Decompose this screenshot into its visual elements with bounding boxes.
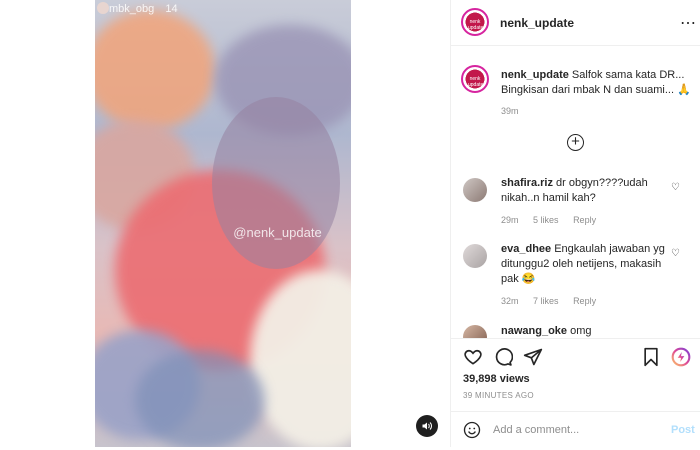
watermark-portrait bbox=[212, 97, 340, 269]
bookmark-icon[interactable] bbox=[641, 347, 661, 367]
comment-icon[interactable] bbox=[493, 347, 513, 367]
post-button[interactable]: Post bbox=[671, 424, 695, 436]
reels-sticker-icon[interactable] bbox=[671, 347, 691, 367]
comment-likes[interactable]: 7 likes bbox=[533, 296, 559, 306]
comment-likes[interactable]: 5 likes bbox=[533, 215, 559, 225]
post-detail-panel: nenk update nenk_update ⋯ nenk update ne… bbox=[450, 0, 700, 449]
watermark-text: @nenk_update bbox=[233, 225, 322, 240]
comment-time: 32m bbox=[501, 296, 519, 306]
post-header: nenk update nenk_update ⋯ bbox=[451, 0, 700, 46]
avatar[interactable] bbox=[463, 178, 487, 202]
emoji-icon[interactable] bbox=[463, 421, 481, 439]
post-actions: 39,898 views 39 MINUTES AGO Post bbox=[451, 338, 700, 449]
caption-username[interactable]: nenk_update bbox=[501, 69, 569, 81]
pray-emoji: 🙏 bbox=[677, 84, 691, 96]
reply-button[interactable]: Reply bbox=[573, 215, 596, 225]
load-more-comments-button[interactable]: + bbox=[567, 134, 584, 151]
reply-button[interactable]: Reply bbox=[573, 296, 596, 306]
story-time: 14 bbox=[165, 3, 178, 15]
caption-line2: Bingkisan dari mbak N dan suami... bbox=[501, 84, 675, 96]
add-comment-bar: Post bbox=[451, 411, 700, 450]
comment-meta: 29m 5 likes Reply bbox=[501, 215, 608, 225]
comment-text: shafira.riz dr obgyn????udah nikah..n ha… bbox=[501, 176, 671, 206]
comment-meta: 32m 7 likes Reply bbox=[501, 296, 608, 306]
heart-icon[interactable] bbox=[463, 347, 483, 367]
video-player[interactable]: @nenk_update mbk_obg 14 bbox=[95, 0, 351, 447]
caption: nenk_update Salfok sama kata DR... Bingk… bbox=[501, 68, 691, 98]
share-icon[interactable] bbox=[523, 347, 543, 367]
comment-time: 29m bbox=[501, 215, 519, 225]
heart-icon[interactable]: ♡ bbox=[671, 182, 680, 193]
comment-text: eva_dhee Engkaulah jawaban yg ditunggu2 … bbox=[501, 242, 671, 287]
avatar[interactable] bbox=[463, 244, 487, 268]
avatar[interactable]: nenk update bbox=[461, 8, 489, 36]
caption-line1: Salfok sama kata DR... bbox=[571, 69, 685, 81]
comment-username[interactable]: shafira.riz bbox=[501, 177, 553, 189]
avatar-logo-text: nenk update bbox=[468, 19, 484, 31]
comment-username[interactable]: eva_dhee bbox=[501, 243, 551, 255]
caption-time: 39m bbox=[501, 106, 519, 116]
post-username[interactable]: nenk_update bbox=[500, 16, 574, 30]
fruit-blob bbox=[95, 10, 215, 130]
sound-toggle-button[interactable] bbox=[416, 415, 438, 437]
comment-username[interactable]: nawang_oke bbox=[501, 325, 567, 337]
fruit-blob bbox=[135, 350, 265, 447]
ellipsis-icon[interactable]: ⋯ bbox=[680, 13, 696, 33]
story-username-text: mbk_obg bbox=[109, 3, 155, 15]
story-avatar bbox=[97, 2, 109, 14]
view-count[interactable]: 39,898 views bbox=[463, 373, 530, 385]
post-time: 39 MINUTES AGO bbox=[463, 391, 534, 400]
caption-avatar[interactable]: nenk update bbox=[461, 65, 489, 93]
comment-input[interactable] bbox=[493, 422, 653, 438]
story-username: mbk_obg 14 bbox=[109, 3, 178, 15]
comment-body: omg bbox=[570, 325, 592, 337]
comment-text: nawang_oke omg bbox=[501, 324, 671, 339]
avatar-logo-text: nenk update bbox=[468, 76, 484, 88]
heart-icon[interactable]: ♡ bbox=[671, 248, 680, 259]
speaker-icon bbox=[422, 422, 432, 430]
